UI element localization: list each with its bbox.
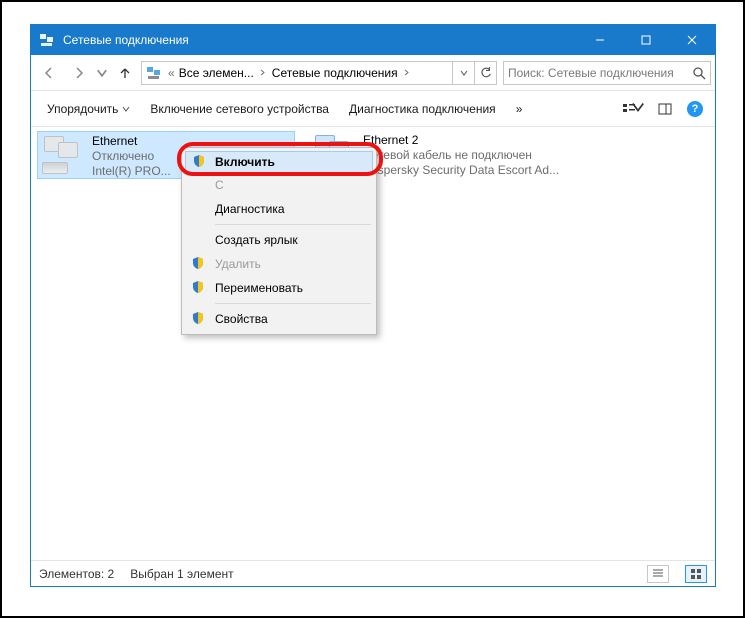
shield-icon [191,311,207,327]
titlebar: Сетевые подключения [31,25,715,55]
menu-create-shortcut[interactable]: Создать ярлык [185,228,373,252]
breadcrumb-part1[interactable]: Все элемен... [177,66,256,80]
menu-enable[interactable]: Включить [185,151,373,173]
menu-delete: Удалить [185,252,373,276]
menu-rename[interactable]: Переименовать [185,276,373,300]
menu-separator [215,303,371,304]
breadcrumb-part2[interactable]: Сетевые подключения [270,66,400,80]
menu-label: Диагностика [215,202,285,216]
preview-pane-button[interactable] [651,97,679,121]
connection-device: Kaspersky Security Data Escort Ad... [363,163,559,178]
menu-diagnose[interactable]: Диагностика [185,197,373,221]
search-input[interactable]: Поиск: Сетевые подключения [503,61,711,85]
up-button[interactable] [111,59,139,87]
menu-separator [215,224,371,225]
chevron-down-icon [631,100,645,117]
menu-label: Свойства [215,312,268,326]
connection-name: Ethernet 2 [363,133,559,148]
command-bar: Упорядочить Включение сетевого устройств… [31,91,715,127]
menu-status: С [185,173,373,197]
connection-device: Intel(R) PRO... [92,164,171,179]
search-placeholder: Поиск: Сетевые подключения [508,66,688,80]
breadcrumb-prefix: « [166,66,177,80]
view-options-button[interactable] [611,97,647,121]
menu-label: Включить [215,155,275,169]
location-icon [146,65,162,81]
menu-label: Создать ярлык [215,233,298,247]
forward-button[interactable] [65,59,93,87]
address-history-dropdown[interactable] [452,62,474,84]
overflow-button[interactable]: » [508,98,531,120]
close-button[interactable] [669,25,715,55]
details-view-button[interactable] [647,565,669,583]
status-bar: Элементов: 2 Выбран 1 элемент [31,560,715,586]
diagnose-button[interactable]: Диагностика подключения [341,98,504,120]
help-button[interactable]: ? [683,97,707,121]
menu-label: С [215,178,224,192]
window-title: Сетевые подключения [63,33,189,47]
status-item-count: Элементов: 2 [39,567,114,581]
address-bar[interactable]: « Все элемен... Сетевые подключения [141,61,497,85]
recent-dropdown[interactable] [95,59,109,87]
organize-menu[interactable]: Упорядочить [39,98,138,120]
back-button[interactable] [35,59,63,87]
connection-name: Ethernet [92,134,171,149]
context-menu: Включить С Диагностика Создать ярлык Уда… [181,147,377,335]
connection-status: Отключено [92,149,171,164]
nav-row: « Все элемен... Сетевые подключения Поис… [31,55,715,91]
menu-label: Удалить [215,257,261,271]
enable-device-button[interactable]: Включение сетевого устройства [142,98,337,120]
breadcrumb-sep-icon[interactable] [256,62,270,84]
large-icons-view-button[interactable] [685,565,707,583]
maximize-button[interactable] [623,25,669,55]
refresh-button[interactable] [474,62,496,84]
adapter-icon [40,134,88,174]
shield-icon [192,154,208,170]
search-icon [692,66,706,80]
menu-label: Переименовать [215,281,303,295]
content-area[interactable]: Ethernet Отключено Intel(R) PRO... ✕ Eth… [31,127,715,560]
help-icon: ? [687,101,703,117]
breadcrumb-sep-icon[interactable] [400,62,414,84]
app-icon [39,32,55,48]
menu-properties[interactable]: Свойства [185,307,373,331]
connection-status: Сетевой кабель не подключен [363,148,559,163]
chevron-down-icon [122,102,130,116]
shield-icon [191,280,207,296]
explorer-window: Сетевые подключения [30,24,716,587]
minimize-button[interactable] [577,25,623,55]
status-selected: Выбран 1 элемент [130,567,233,581]
shield-icon [191,256,207,272]
